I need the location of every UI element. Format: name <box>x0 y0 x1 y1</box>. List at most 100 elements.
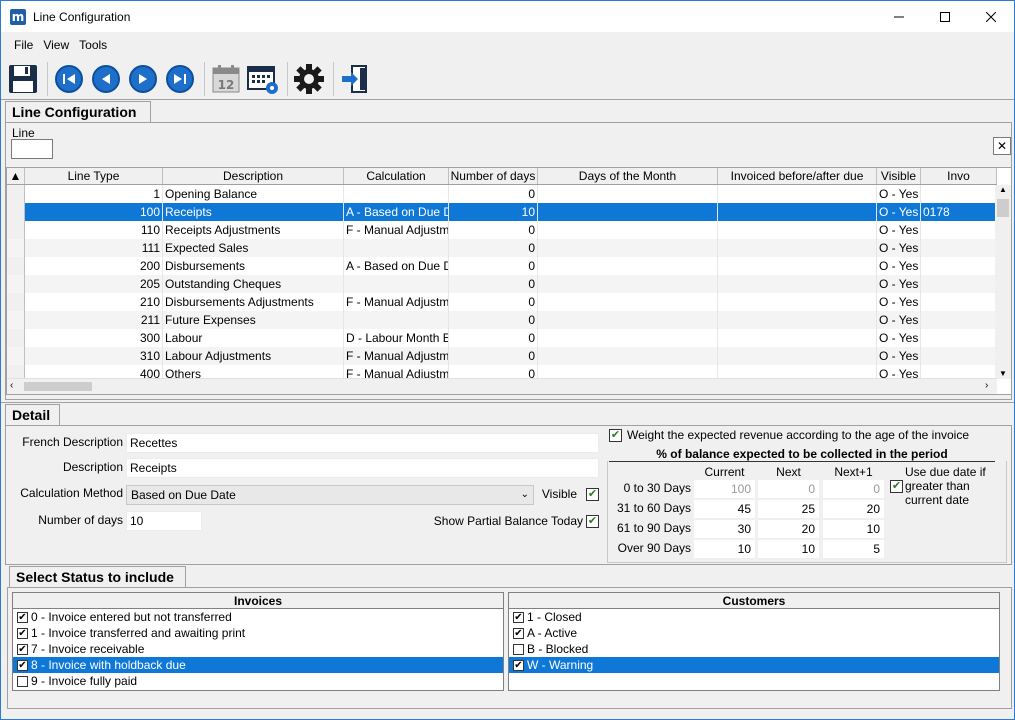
cell-days[interactable]: 0 <box>449 221 538 239</box>
line-filter-input[interactable] <box>11 139 53 159</box>
cell-desc[interactable]: Outstanding Cheques <box>163 275 344 293</box>
minimize-button[interactable] <box>876 1 922 32</box>
cell-inv[interactable] <box>718 347 877 365</box>
cell-type[interactable]: 110 <box>25 221 163 239</box>
table-row[interactable]: 100 Receipts A - Based on Due D 10 O - Yes 01… <box>7 203 997 221</box>
tab-line-configuration[interactable]: Line Configuration <box>5 101 151 123</box>
show-partial-balance-checkbox[interactable]: ✔ <box>586 515 599 528</box>
cell-vis[interactable]: O - Yes <box>877 239 921 257</box>
cell-dom[interactable] <box>538 347 718 365</box>
table-row[interactable]: 111 Expected Sales 0 O - Yes <box>7 239 997 257</box>
table-row[interactable]: 210 Disbursements Adjustments F - Manual A… <box>7 293 997 311</box>
cell-invo[interactable] <box>921 185 997 203</box>
row-header[interactable] <box>7 239 25 257</box>
cell-dom[interactable] <box>538 311 718 329</box>
cell-dom[interactable] <box>538 275 718 293</box>
col-calculation[interactable]: Calculation <box>344 168 449 184</box>
cell-invo[interactable] <box>921 275 997 293</box>
number-of-days-input[interactable]: 10 <box>126 511 202 531</box>
cell-vis[interactable]: O - Yes <box>877 221 921 239</box>
status-checkbox[interactable]: ✔ <box>17 627 28 639</box>
cell-invo[interactable] <box>921 257 997 275</box>
cell-type[interactable]: 100 <box>25 203 163 221</box>
cell-desc[interactable]: Disbursements Adjustments <box>163 293 344 311</box>
cell-calc[interactable]: D - Labour Month E <box>344 329 449 347</box>
status-checkbox[interactable] <box>17 675 28 687</box>
cell-dom[interactable] <box>538 203 718 221</box>
cell-calc[interactable]: A - Based on Due D <box>344 203 449 221</box>
cell-days[interactable]: 10 <box>449 203 538 221</box>
list-item[interactable]: ✔ A - Active <box>509 625 999 641</box>
calculation-method-select[interactable]: Based on Due Date ⌄ <box>126 485 534 505</box>
row-header[interactable] <box>7 185 25 203</box>
col-invo[interactable]: Invo <box>921 168 997 184</box>
status-checkbox[interactable]: ✔ <box>513 627 524 639</box>
pct-cell[interactable]: 5 <box>823 540 884 558</box>
cell-inv[interactable] <box>718 203 877 221</box>
table-row[interactable]: 110 Receipts Adjustments F - Manual Adjust… <box>7 221 997 239</box>
col-line-type[interactable]: Line Type <box>25 168 163 184</box>
save-button[interactable] <box>6 61 40 97</box>
cell-dom[interactable] <box>538 185 718 203</box>
list-item[interactable]: ✔ 8 - Invoice with holdback due <box>13 657 503 673</box>
row-header[interactable] <box>7 347 25 365</box>
cell-invo[interactable] <box>921 329 997 347</box>
menu-view[interactable]: View <box>43 35 69 55</box>
cell-vis[interactable]: O - Yes <box>877 293 921 311</box>
tab-detail[interactable]: Detail <box>5 404 60 426</box>
pct-cell[interactable]: 10 <box>823 520 884 538</box>
description-input[interactable]: Receipts <box>126 458 599 478</box>
cell-desc[interactable]: Opening Balance <box>163 185 344 203</box>
invoices-list[interactable]: Invoices ✔ 0 - Invoice entered but not tr… <box>12 592 504 691</box>
tab-select-status[interactable]: Select Status to include <box>9 566 186 588</box>
status-checkbox[interactable] <box>513 643 524 655</box>
cell-dom[interactable] <box>538 329 718 347</box>
col-visible[interactable]: Visible <box>877 168 921 184</box>
table-row[interactable]: 300 Labour D - Labour Month E0 O - Yes <box>7 329 997 347</box>
cell-inv[interactable] <box>718 185 877 203</box>
cell-days[interactable]: 0 <box>449 293 538 311</box>
cell-type[interactable]: 300 <box>25 329 163 347</box>
pct-cell[interactable]: 10 <box>694 540 755 558</box>
status-checkbox[interactable]: ✔ <box>17 611 28 623</box>
calendar-settings-button[interactable] <box>246 61 280 97</box>
cell-days[interactable]: 0 <box>449 257 538 275</box>
menu-tools[interactable]: Tools <box>79 35 107 55</box>
cell-desc[interactable]: Expected Sales <box>163 239 344 257</box>
cell-dom[interactable] <box>538 293 718 311</box>
cell-calc[interactable] <box>344 311 449 329</box>
cell-invo[interactable] <box>921 347 997 365</box>
cell-days[interactable]: 0 <box>449 239 538 257</box>
cell-desc[interactable]: Labour Adjustments <box>163 347 344 365</box>
row-header[interactable] <box>7 203 25 221</box>
cell-calc[interactable] <box>344 275 449 293</box>
status-checkbox[interactable]: ✔ <box>17 643 28 655</box>
list-item[interactable]: ✔ 0 - Invoice entered but not transferred <box>13 609 503 625</box>
cell-vis[interactable]: O - Yes <box>877 311 921 329</box>
table-row[interactable]: 200 Disbursements A - Based on Due D0 O - Y… <box>7 257 997 275</box>
grid-vertical-scrollbar[interactable]: ▲ ▼ <box>995 185 1011 379</box>
cell-type[interactable]: 205 <box>25 275 163 293</box>
cell-calc[interactable]: F - Manual Adjustm <box>344 221 449 239</box>
status-checkbox[interactable]: ✔ <box>17 659 28 671</box>
cell-calc[interactable] <box>344 239 449 257</box>
cell-invo[interactable]: 0178 <box>921 203 997 221</box>
cell-type[interactable]: 1 <box>25 185 163 203</box>
row-header[interactable] <box>7 329 25 347</box>
status-checkbox[interactable]: ✔ <box>513 659 524 671</box>
cell-inv[interactable] <box>718 329 877 347</box>
cell-inv[interactable] <box>718 311 877 329</box>
cell-inv[interactable] <box>718 257 877 275</box>
cell-dom[interactable] <box>538 221 718 239</box>
list-item[interactable]: ✔ 7 - Invoice receivable <box>13 641 503 657</box>
row-header[interactable] <box>7 221 25 239</box>
cell-inv[interactable] <box>718 221 877 239</box>
row-header[interactable] <box>7 311 25 329</box>
table-row[interactable]: 205 Outstanding Cheques 0 O - Yes <box>7 275 997 293</box>
last-record-button[interactable] <box>163 61 197 97</box>
cell-days[interactable]: 0 <box>449 347 538 365</box>
list-item[interactable]: ✔ W - Warning <box>509 657 999 673</box>
cell-days[interactable]: 0 <box>449 329 538 347</box>
pct-cell[interactable]: 25 <box>758 500 819 518</box>
row-header[interactable] <box>7 275 25 293</box>
